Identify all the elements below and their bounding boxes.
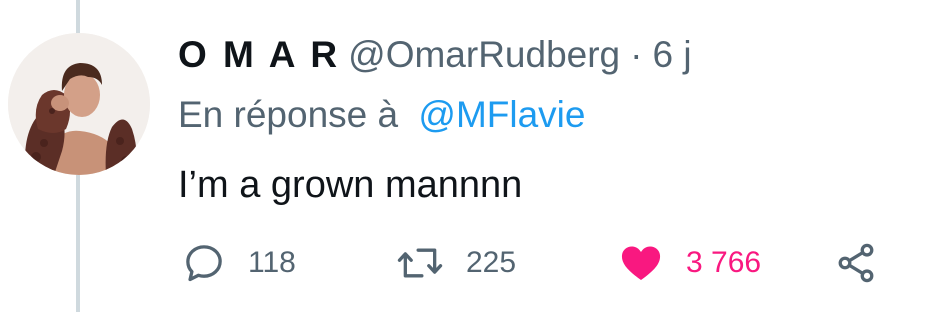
avatar[interactable]: [8, 33, 150, 175]
timestamp[interactable]: 6 j: [652, 34, 691, 76]
reply-button[interactable]: 118: [182, 236, 296, 290]
retweet-count: 225: [466, 246, 517, 279]
reply-context: En réponse à @MFlavie: [178, 94, 585, 140]
avatar-photo: [8, 33, 150, 175]
display-name[interactable]: O M A R: [178, 34, 340, 76]
tweet-actions: 118 225 3 766: [178, 236, 898, 290]
user-handle[interactable]: @OmarRudberg: [348, 34, 620, 76]
heart-icon: [621, 246, 661, 281]
reply-to-link[interactable]: @MFlavie: [418, 94, 585, 135]
share-button[interactable]: [834, 236, 878, 290]
reply-prefix: En réponse à: [178, 94, 399, 135]
retweet-icon: [397, 248, 443, 278]
separator-dot: ·: [630, 34, 643, 75]
reply-count: 118: [248, 246, 296, 279]
like-button[interactable]: 3 766: [618, 236, 761, 290]
tweet-header: O M A R @OmarRudberg · 6 j: [178, 30, 692, 80]
like-count: 3 766: [686, 246, 762, 279]
retweet-button[interactable]: 225: [396, 236, 516, 290]
share-icon: [838, 243, 874, 283]
tweet-text: I’m a grown mannnn: [178, 164, 523, 206]
speech-bubble-icon: [186, 245, 222, 282]
